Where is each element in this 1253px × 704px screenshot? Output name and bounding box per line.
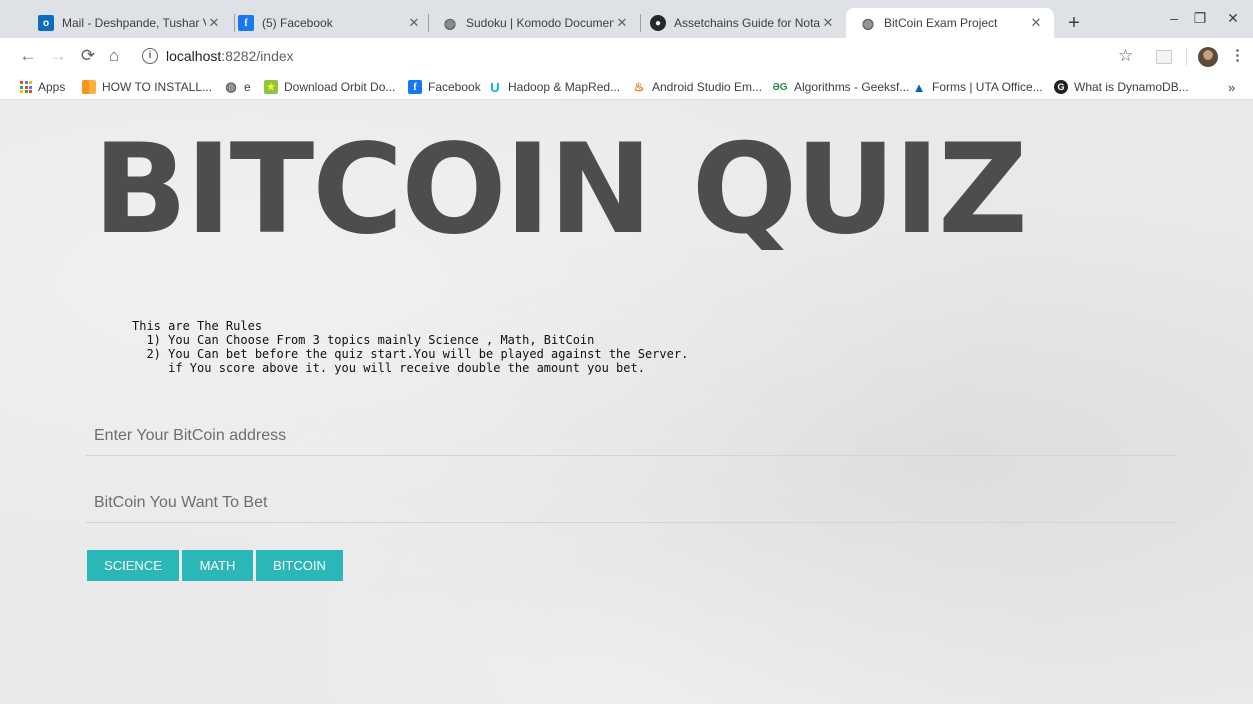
home-button[interactable]: ⌂ [102, 44, 126, 68]
bookmark-uta-forms[interactable]: ▲ Forms | UTA Office... [912, 78, 1043, 96]
tab-title: BitCoin Exam Project [884, 16, 998, 30]
orbit-star-icon: ★ [264, 80, 278, 94]
reload-button[interactable]: ⟳ [76, 44, 100, 68]
bookmark-dynamodb[interactable]: G What is DynamoDB... [1054, 78, 1189, 96]
tab-assetchains[interactable]: ● Assetchains Guide for Notary N ✕ [636, 8, 846, 38]
tab-title: (5) Facebook [262, 16, 333, 30]
bookmark-label: Apps [38, 80, 66, 94]
bookmark-orange-icon [82, 80, 96, 94]
rules-heading: This are The Rules [132, 319, 263, 333]
facebook-icon: f [408, 80, 422, 94]
bookmark-orbit[interactable]: ★ Download Orbit Do... [264, 78, 395, 96]
toolbar-divider [1186, 48, 1187, 66]
udacity-icon: U [490, 79, 500, 95]
rule-item: 1) You Can Choose From 3 topics mainly S… [132, 333, 595, 347]
page-content: BITCOIN QUIZ This are The Rules 1) You C… [0, 100, 1253, 704]
bookmark-how-to-install[interactable]: HOW TO INSTALL... [82, 78, 212, 96]
bitcoin-button[interactable]: BITCOIN [256, 550, 343, 581]
bookmark-e[interactable]: ◍ e [224, 78, 251, 96]
uta-icon: ▲ [912, 79, 926, 95]
back-button[interactable]: ← [16, 44, 40, 68]
bookmark-star-icon[interactable]: ☆ [1118, 46, 1133, 66]
tab-title: Sudoku | Komodo Documentat [466, 16, 614, 30]
extension-icon[interactable] [1156, 50, 1172, 64]
bookmark-label: Android Studio Em... [652, 80, 763, 94]
address-bar[interactable]: i localhost:8282/index [132, 42, 1150, 70]
apps-grid-icon [20, 81, 32, 93]
tab-title: Assetchains Guide for Notary N [674, 16, 820, 30]
bookmark-label: HOW TO INSTALL... [102, 80, 213, 94]
math-button[interactable]: MATH [182, 550, 253, 581]
menu-kebab-icon[interactable]: ⋮ [1230, 46, 1245, 64]
bookmark-label: Download Orbit Do... [284, 80, 396, 94]
profile-avatar[interactable] [1198, 47, 1218, 67]
bookmark-label: Algorithms - Geeksf... [794, 80, 910, 94]
close-icon[interactable]: ✕ [206, 15, 222, 31]
url-host: localhost [166, 48, 222, 64]
rule-item: if You score above it. you will receive … [132, 361, 645, 375]
bitcoin-address-input[interactable] [86, 416, 1176, 456]
geeksforgeeks-icon: ƏG [772, 81, 788, 93]
bookmark-label: Hadoop & MapRed... [508, 80, 621, 94]
bookmark-facebook[interactable]: f Facebook [408, 78, 481, 96]
new-tab-button[interactable]: + [1062, 12, 1086, 36]
science-button[interactable]: SCIENCE [87, 550, 179, 581]
close-icon[interactable]: ✕ [1028, 15, 1044, 31]
bookmark-label: e [244, 80, 251, 94]
page-title: BITCOIN QUIZ [93, 118, 1028, 262]
g-icon: G [1054, 80, 1068, 94]
tab-sudoku[interactable]: ◍ Sudoku | Komodo Documentat ✕ [428, 8, 640, 38]
rules-block: This are The Rules 1) You Can Choose Fro… [132, 319, 688, 375]
bookmark-android-studio[interactable]: ♨ Android Studio Em... [632, 78, 762, 96]
info-icon[interactable]: i [142, 48, 158, 64]
forward-button[interactable]: → [46, 44, 70, 68]
close-icon[interactable]: ✕ [820, 15, 836, 31]
bookmark-apps[interactable]: Apps [20, 78, 65, 96]
outlook-icon: o [38, 15, 54, 31]
java-icon: ♨ [633, 80, 645, 94]
url-path: :8282/index [221, 48, 294, 64]
browser-toolbar: ← → ⟳ ⌂ i localhost:8282/index ☆ ⋮ [0, 38, 1253, 74]
facebook-icon: f [238, 15, 254, 31]
bookmark-label: Forms | UTA Office... [932, 80, 1043, 94]
bookmarks-bar: Apps HOW TO INSTALL... ◍ e ★ Download Or… [0, 74, 1253, 100]
tab-title: Mail - Deshpande, Tushar Vish [62, 16, 206, 30]
globe-icon: ◍ [861, 14, 875, 31]
globe-icon: ◍ [443, 14, 457, 31]
bookmark-hadoop[interactable]: U Hadoop & MapRed... [488, 78, 620, 96]
close-icon[interactable]: ✕ [406, 15, 422, 31]
tab-strip: o Mail - Deshpande, Tushar Vish ✕ f (5) … [0, 0, 1253, 38]
tab-mail[interactable]: o Mail - Deshpande, Tushar Vish ✕ [24, 8, 232, 38]
close-icon[interactable]: ✕ [614, 15, 630, 31]
globe-icon: ◍ [225, 79, 237, 94]
rule-item: 2) You Can bet before the quiz start.You… [132, 347, 689, 361]
bookmark-algorithms[interactable]: ƏG Algorithms - Geeksf... [772, 78, 909, 96]
github-icon: ● [650, 15, 666, 31]
bookmark-label: What is DynamoDB... [1074, 80, 1189, 94]
tab-bitcoin-exam[interactable]: ◍ BitCoin Exam Project ✕ [846, 8, 1054, 38]
close-window-button[interactable]: ✕ [1213, 6, 1253, 30]
tab-facebook[interactable]: f (5) Facebook ✕ [224, 8, 432, 38]
bookmark-label: Facebook [428, 80, 481, 94]
bet-amount-input[interactable] [86, 483, 1176, 523]
bookmarks-overflow-button[interactable]: » [1228, 78, 1235, 96]
